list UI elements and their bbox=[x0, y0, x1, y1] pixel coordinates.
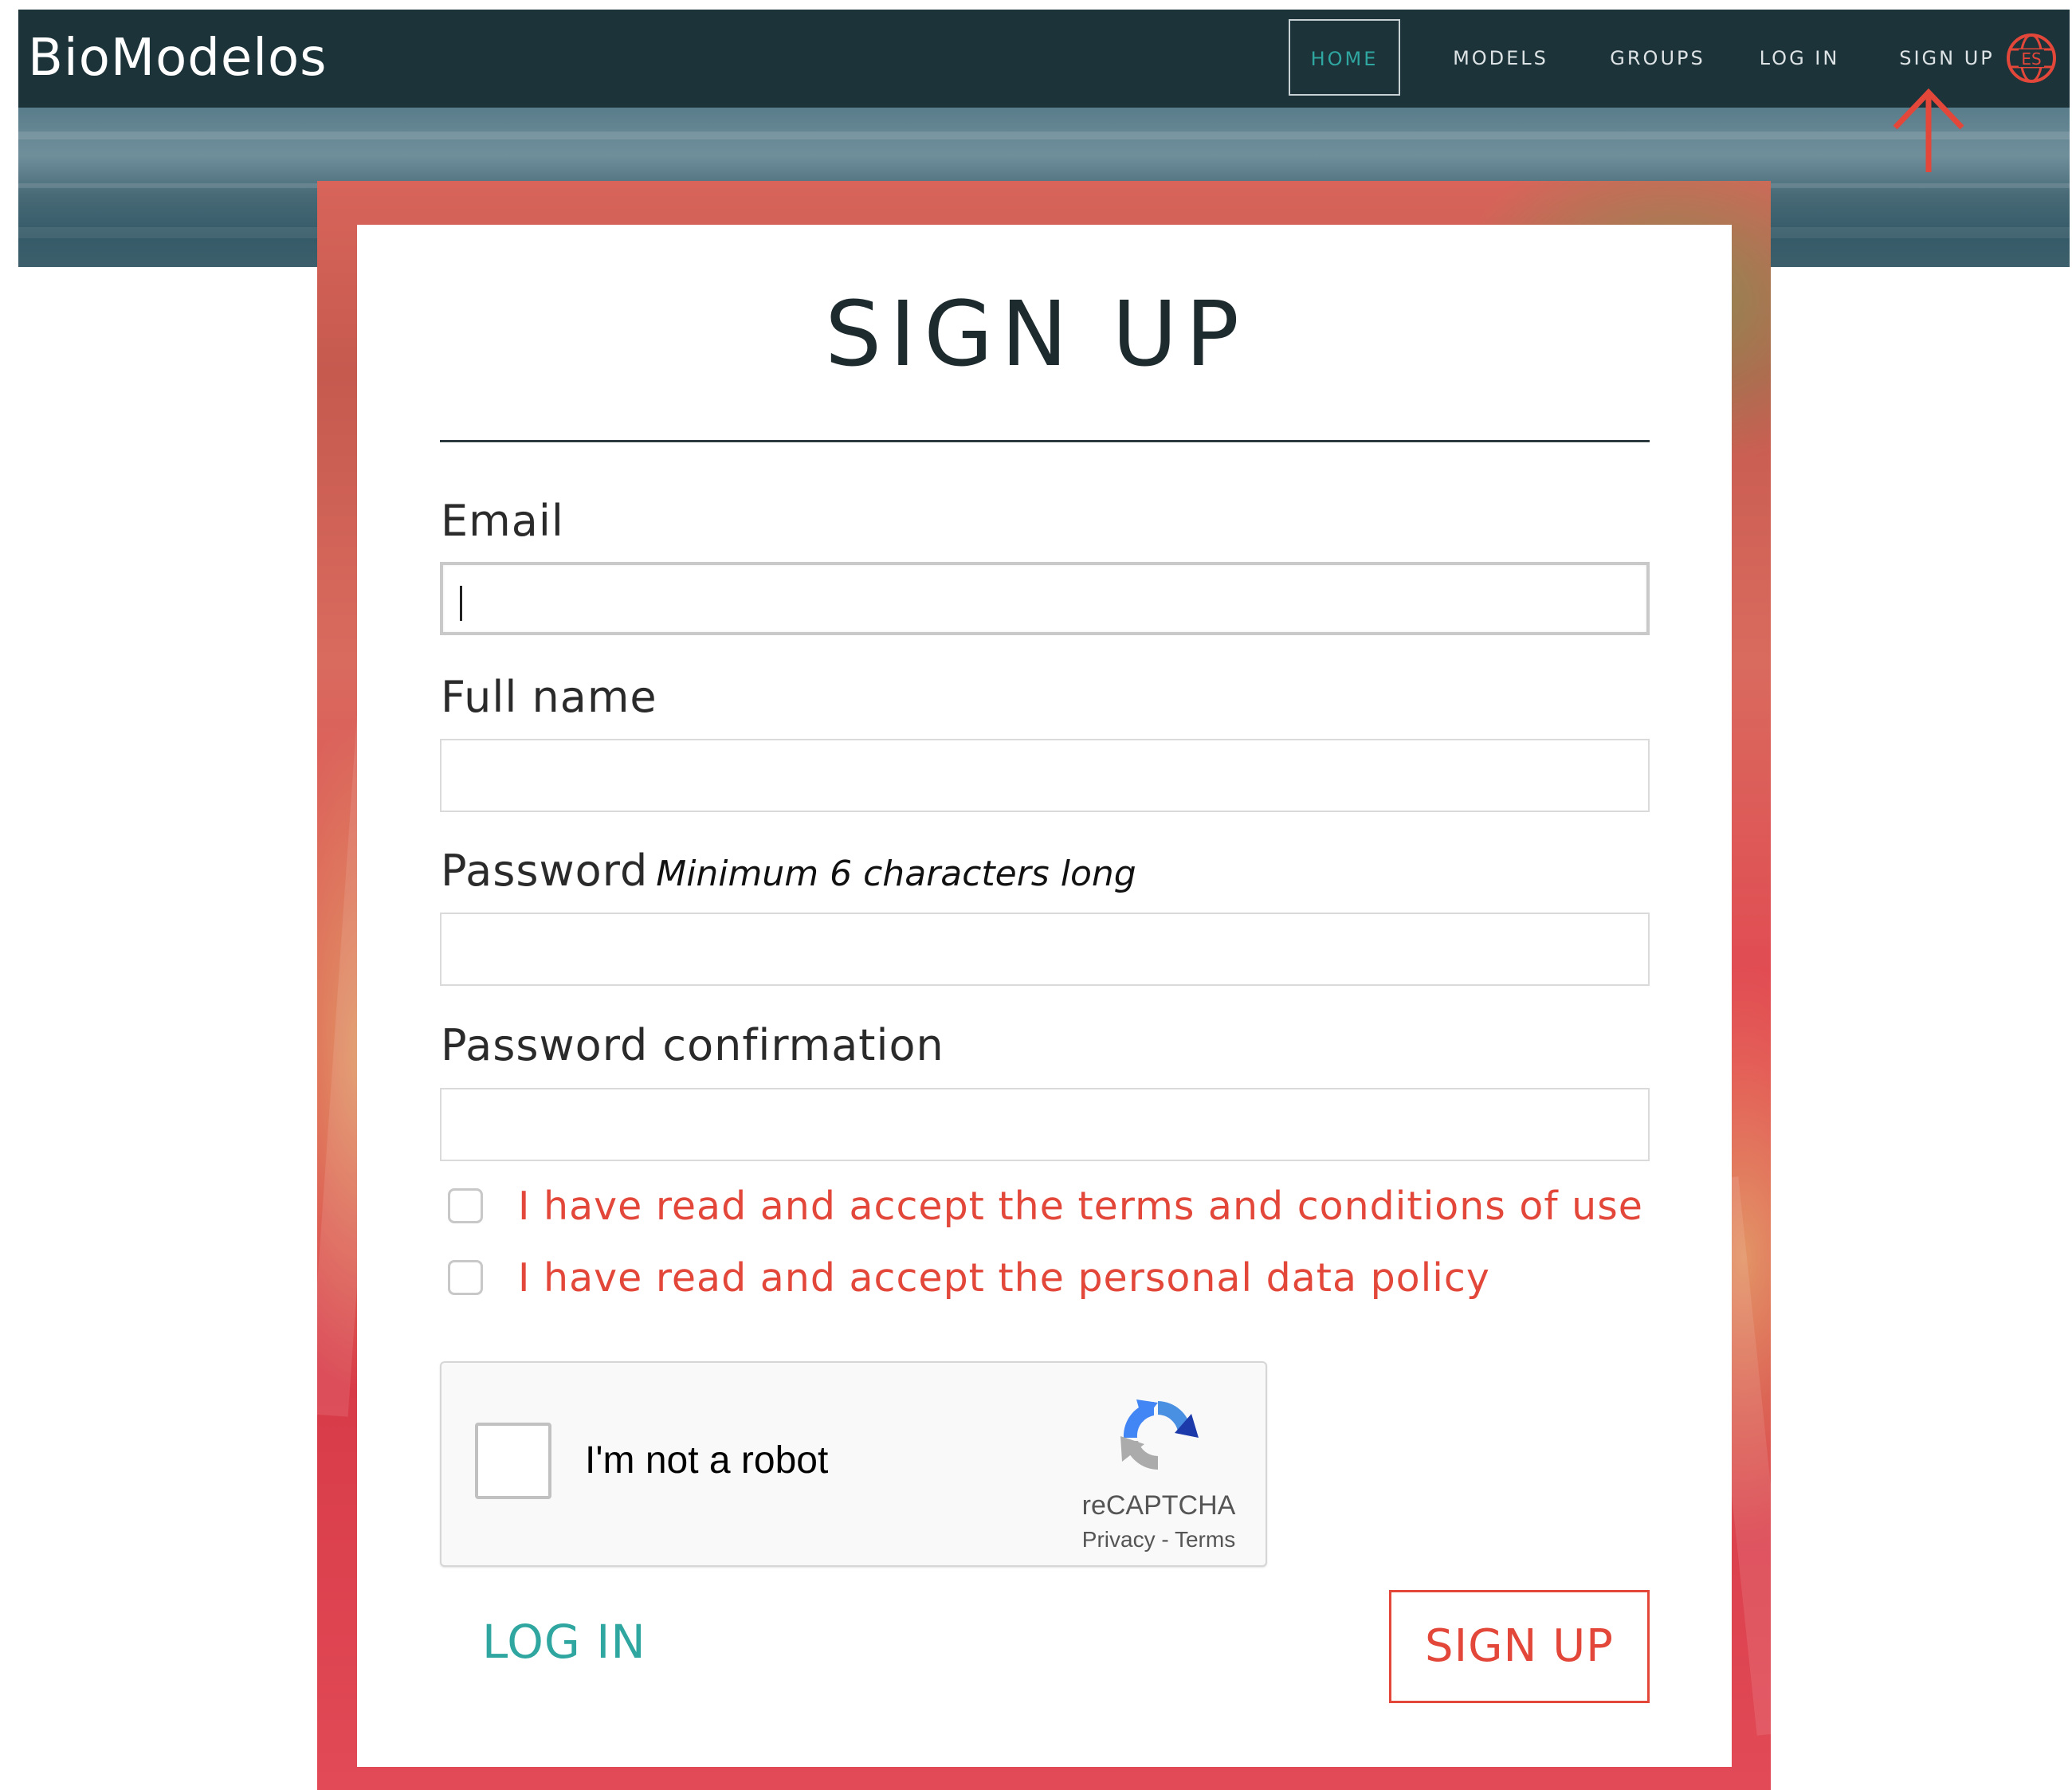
password-label: Password bbox=[441, 846, 649, 896]
language-globe-icon[interactable]: ES bbox=[2005, 32, 2058, 84]
recaptcha-label: I'm not a robot bbox=[585, 1439, 829, 1482]
privacy-checkbox[interactable] bbox=[448, 1260, 483, 1295]
terms-checkbox[interactable] bbox=[448, 1188, 483, 1223]
recaptcha-brand: reCAPTCHA bbox=[1081, 1490, 1236, 1521]
signup-submit-button[interactable]: SIGN UP bbox=[1389, 1590, 1650, 1703]
recaptcha-logo-icon bbox=[1120, 1399, 1199, 1470]
recaptcha-checkbox[interactable] bbox=[475, 1423, 551, 1499]
nav-home[interactable]: HOME bbox=[1289, 19, 1400, 96]
page-title: SIGN UP bbox=[825, 283, 1247, 387]
recaptcha-link-separator: - bbox=[1155, 1527, 1175, 1552]
brand-logo[interactable]: BioModelos bbox=[28, 29, 328, 88]
language-code: ES bbox=[2021, 49, 2041, 69]
title-divider bbox=[440, 440, 1650, 442]
nav-groups[interactable]: GROUPS bbox=[1590, 10, 1725, 108]
password-hint: Minimum 6 characters long bbox=[656, 854, 1136, 894]
password-field[interactable] bbox=[440, 913, 1650, 986]
terms-link[interactable]: I have read and accept the terms and con… bbox=[518, 1184, 1643, 1229]
recaptcha-terms-link[interactable]: Terms bbox=[1175, 1527, 1235, 1552]
privacy-policy-link[interactable]: I have read and accept the personal data… bbox=[518, 1255, 1490, 1301]
text-caret bbox=[460, 586, 462, 621]
login-link[interactable]: LOG IN bbox=[482, 1615, 646, 1669]
password-confirm-label: Password confirmation bbox=[441, 1020, 944, 1070]
email-label: Email bbox=[441, 496, 564, 546]
password-label-row: Password Minimum 6 characters long bbox=[441, 846, 1136, 896]
recaptcha-privacy-link[interactable]: Privacy bbox=[1082, 1527, 1156, 1552]
email-field[interactable] bbox=[440, 562, 1650, 635]
nav-log-in[interactable]: LOG IN bbox=[1740, 10, 1859, 108]
password-confirm-field[interactable] bbox=[440, 1088, 1650, 1161]
fullname-label: Full name bbox=[441, 672, 657, 722]
recaptcha-widget: I'm not a robot reCAPTCHA Privacy - Term… bbox=[440, 1361, 1267, 1567]
banner-streak bbox=[18, 132, 2070, 139]
recaptcha-links: Privacy - Terms bbox=[1063, 1527, 1254, 1553]
fullname-field[interactable] bbox=[440, 739, 1650, 812]
top-navbar: BioModelos HOME MODELS GROUPS LOG IN SIG… bbox=[18, 10, 2070, 108]
annotation-arrow-icon bbox=[1893, 88, 1964, 172]
nav-models[interactable]: MODELS bbox=[1437, 10, 1564, 108]
